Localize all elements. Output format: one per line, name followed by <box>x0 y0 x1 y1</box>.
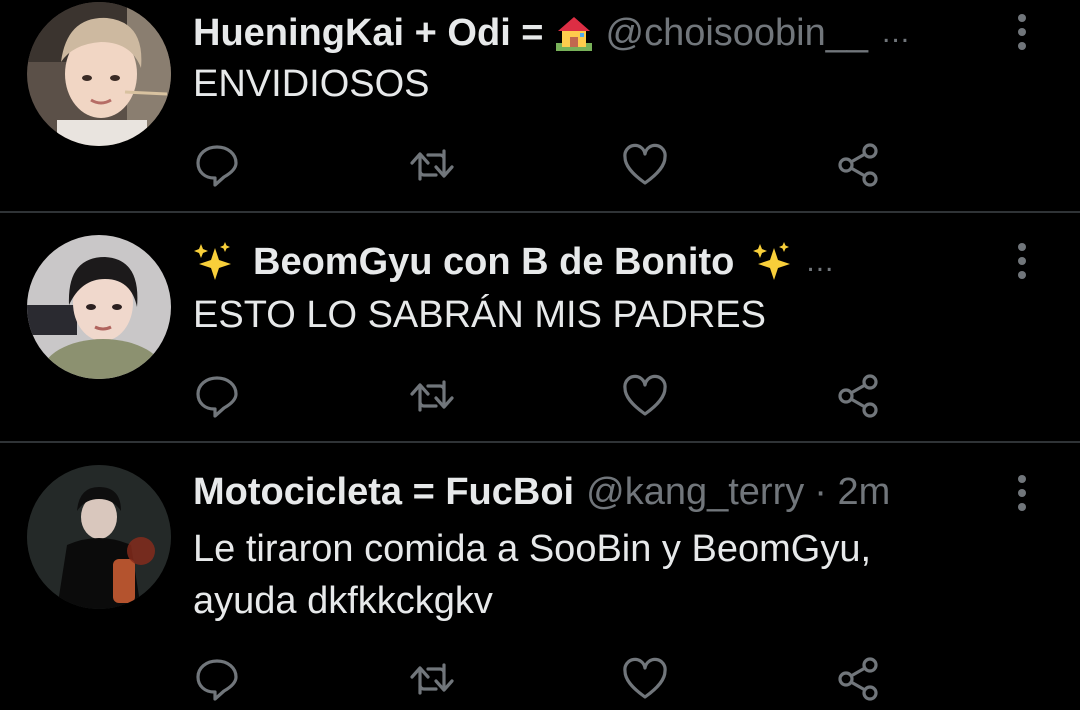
tweet-actions <box>0 141 1080 189</box>
more-options-icon[interactable] <box>1008 12 1036 52</box>
house-with-garden-emoji <box>554 13 594 53</box>
avatar[interactable] <box>27 235 171 379</box>
share-icon[interactable] <box>834 655 882 703</box>
user-handle[interactable]: @kang_terry <box>586 467 804 517</box>
tweet-actions <box>0 655 1080 703</box>
like-icon[interactable] <box>621 372 669 420</box>
truncation-ellipsis: ... <box>882 16 911 49</box>
tweet-header: Motocicleta = FucBoi @kang_terry · 2m <box>193 467 980 517</box>
retweet-icon[interactable] <box>408 372 456 420</box>
timestamp[interactable]: · 2m <box>814 467 890 517</box>
like-icon[interactable] <box>621 655 669 703</box>
more-options-icon[interactable] <box>1008 473 1036 513</box>
tweet-actions <box>0 372 1080 420</box>
sparkles-emoji <box>752 242 792 282</box>
tweet-text: Le tiraron comida a SooBin y BeomGyu, ay… <box>193 523 1013 627</box>
tweet-header: BeomGyu con B de Bonito ... <box>193 237 980 287</box>
tweet[interactable]: Motocicleta = FucBoi @kang_terry · 2m Le… <box>0 443 1080 710</box>
more-options-icon[interactable] <box>1008 241 1036 281</box>
retweet-icon[interactable] <box>408 141 456 189</box>
retweet-icon[interactable] <box>408 655 456 703</box>
reply-icon[interactable] <box>193 655 241 703</box>
reply-icon[interactable] <box>193 372 241 420</box>
timeline-feed: HueningKai + Odi = @choisoobin__ ... ENV… <box>0 0 1080 710</box>
tweet[interactable]: HueningKai + Odi = @choisoobin__ ... ENV… <box>0 0 1080 211</box>
tweet-text-line: ayuda dkfkkckgkv <box>193 580 493 622</box>
avatar[interactable] <box>27 465 171 609</box>
truncation-ellipsis: ... <box>806 245 835 278</box>
reply-icon[interactable] <box>193 141 241 189</box>
avatar[interactable] <box>27 2 171 146</box>
user-handle[interactable]: @choisoobin__ <box>606 8 869 58</box>
tweet-text: ESTO LO SABRÁN MIS PADRES <box>193 294 766 336</box>
tweet-text: ENVIDIOSOS <box>193 63 430 105</box>
sparkles-emoji <box>193 242 233 282</box>
display-name[interactable]: Motocicleta = FucBoi <box>193 467 574 517</box>
tweet-header: HueningKai + Odi = @choisoobin__ ... <box>193 8 980 58</box>
tweet-text-line: Le tiraron comida a SooBin y BeomGyu, <box>193 528 872 570</box>
display-name[interactable]: HueningKai + Odi = <box>193 8 544 58</box>
display-name[interactable]: BeomGyu con B de Bonito <box>253 237 734 287</box>
tweet[interactable]: BeomGyu con B de Bonito ... ESTO LO SABR… <box>0 213 1080 441</box>
like-icon[interactable] <box>621 141 669 189</box>
share-icon[interactable] <box>834 141 882 189</box>
share-icon[interactable] <box>834 372 882 420</box>
